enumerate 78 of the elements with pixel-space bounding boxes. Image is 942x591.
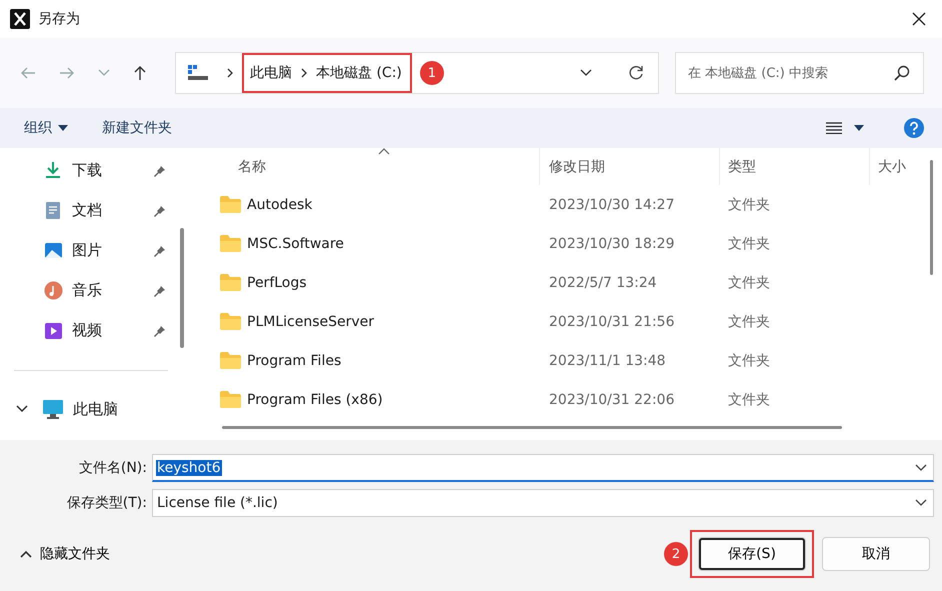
monitor-icon — [42, 399, 64, 419]
video-icon — [44, 320, 63, 340]
computer-icon — [188, 65, 208, 81]
scrollbar[interactable] — [222, 426, 842, 430]
sidebar-item[interactable]: 音乐 — [0, 270, 180, 310]
search-field[interactable]: 在 本地磁盘 (C:) 中搜索 — [675, 52, 924, 94]
table-cell-text: 文件夹 — [727, 390, 771, 410]
music-note-icon — [44, 280, 63, 300]
app-icon — [10, 9, 30, 29]
sidebar-item[interactable]: 图片 — [0, 230, 180, 270]
list-view-icon[interactable] — [826, 122, 842, 134]
chevron-right-icon — [300, 68, 308, 78]
hide-folders-button[interactable]: 隐藏文件夹 — [14, 544, 116, 564]
column-header[interactable]: 名称 — [200, 148, 540, 185]
help-icon[interactable] — [904, 118, 924, 138]
table-cell-text: 文件夹 — [727, 234, 771, 254]
image-icon — [44, 240, 63, 260]
sidebar-item[interactable]: 下载 — [0, 150, 180, 190]
table-cell-text: 2023/11/1 13:48 — [548, 352, 667, 370]
file-name[interactable]: MSC.Software — [200, 224, 540, 263]
close-icon — [912, 12, 926, 26]
folder-icon — [220, 352, 241, 369]
chevron-right-icon — [226, 68, 234, 78]
save-button[interactable]: 保存(S) — [698, 537, 806, 571]
organize-button[interactable]: 组织 — [14, 115, 78, 141]
chevron-down-icon — [915, 464, 927, 472]
table-cell-text: 文件夹 — [727, 274, 771, 292]
sidebar-item[interactable]: 此电脑 — [0, 389, 180, 429]
combo-field[interactable]: License file (*.lic) — [152, 489, 934, 517]
scrollbar[interactable] — [180, 228, 184, 348]
caret-icon — [58, 125, 68, 131]
file-name[interactable]: PLMLicenseServer — [200, 302, 540, 341]
table-cell-text: 文件夹 — [727, 196, 771, 214]
refresh-icon[interactable] — [628, 65, 644, 81]
back-arrow-icon[interactable] — [20, 66, 36, 80]
up-arrow-icon[interactable] — [133, 65, 147, 81]
folder-icon — [220, 235, 241, 252]
caret-icon[interactable] — [854, 125, 864, 131]
table-cell-text: 2023/10/30 18:29 — [548, 234, 676, 254]
scrollbar[interactable] — [930, 160, 934, 275]
field-label: 文件名(N): — [78, 459, 148, 477]
folder-icon — [220, 196, 241, 213]
download-arrow-icon — [44, 160, 63, 180]
breadcrumb-item[interactable]: 此电脑 — [250, 64, 292, 82]
address-bar[interactable]: 此电脑 本地磁盘 (C:) 1 — [175, 52, 659, 94]
chevron-up-icon — [20, 550, 32, 558]
forward-arrow-icon[interactable] — [59, 66, 75, 80]
table-cell-text: 2023/10/31 21:56 — [548, 312, 676, 332]
chevron-down-icon[interactable] — [580, 69, 592, 77]
folder-icon — [220, 274, 241, 291]
breadcrumb-item[interactable]: 本地磁盘 (C:) — [316, 64, 402, 82]
file-name[interactable]: Autodesk — [200, 185, 540, 224]
table-cell-text: 文件夹 — [727, 312, 771, 332]
field-label: 保存类型(T): — [66, 494, 148, 512]
document-icon — [44, 200, 63, 220]
table-cell-text: 2023/10/31 22:06 — [548, 390, 676, 410]
file-name[interactable]: Program Files — [200, 341, 540, 380]
sidebar-item[interactable]: 视频 — [0, 310, 180, 350]
step-badge: 2 — [664, 542, 688, 566]
search-icon[interactable] — [894, 65, 910, 81]
table-cell-text: 文件夹 — [727, 352, 771, 370]
column-header[interactable]: 类型 — [720, 148, 870, 185]
folder-icon — [220, 391, 241, 408]
cancel-button[interactable]: 取消 — [822, 537, 930, 571]
combo-field[interactable]: keyshot6 — [152, 454, 934, 482]
file-name[interactable]: PerfLogs — [200, 263, 540, 302]
new-folder-button[interactable]: 新建文件夹 — [92, 115, 182, 141]
folder-icon — [220, 313, 241, 330]
step-badge: 1 — [420, 61, 444, 85]
column-header[interactable]: 修改日期 — [540, 148, 720, 185]
window-title: 另存为 — [38, 10, 80, 28]
table-cell-text: 2022/5/7 13:24 — [548, 274, 658, 292]
sidebar-item[interactable]: 文档 — [0, 190, 180, 230]
file-name[interactable]: Program Files (x86) — [200, 380, 540, 419]
column-header[interactable]: 大小 — [870, 148, 930, 185]
chevron-down-icon — [915, 499, 927, 507]
chevron-icon[interactable] — [16, 405, 28, 413]
table-cell-text: 2023/10/30 14:27 — [548, 196, 676, 214]
